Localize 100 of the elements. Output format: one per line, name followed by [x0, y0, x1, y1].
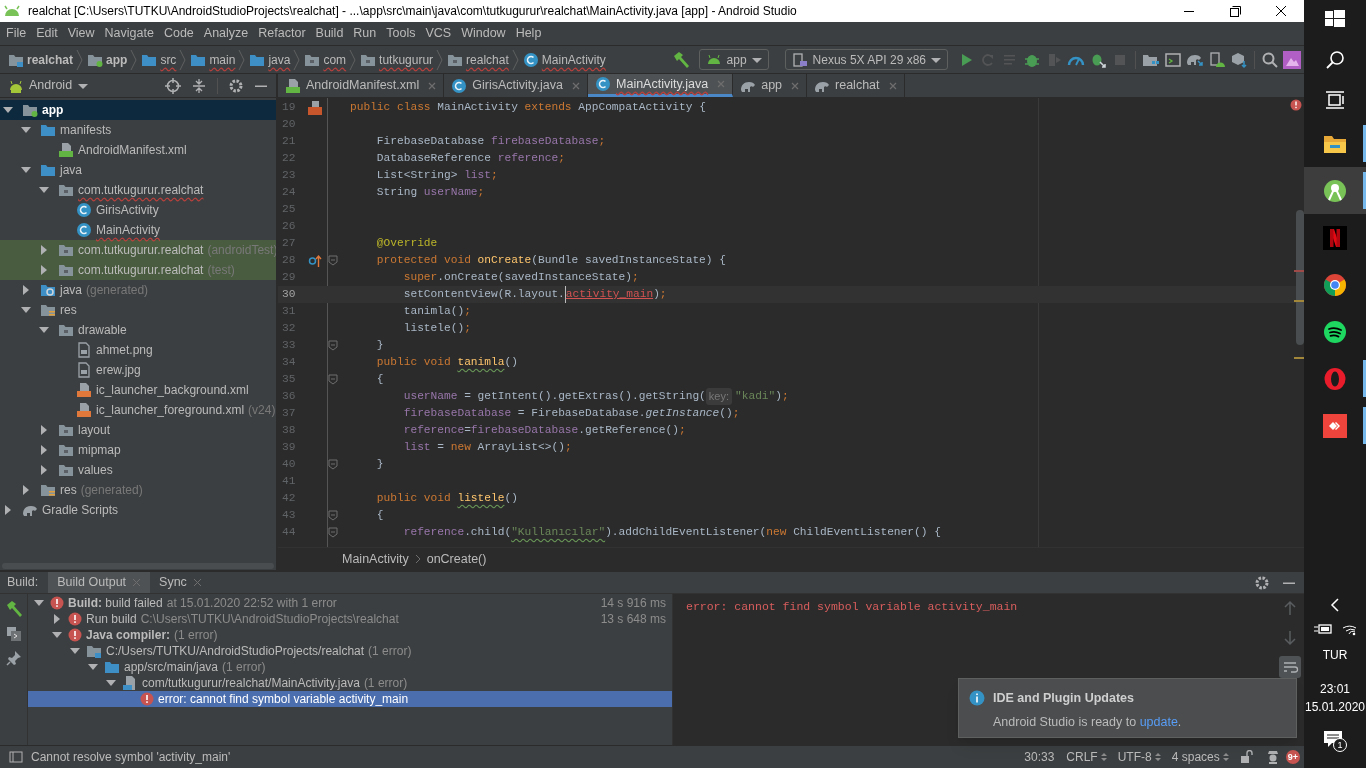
breadcrumb-item[interactable]: realchat: [466, 50, 509, 69]
status-widget[interactable]: CRLF: [1066, 748, 1098, 766]
run-config-dropdown[interactable]: app: [698, 49, 769, 70]
menu-item[interactable]: View: [62, 24, 100, 43]
scrollbar-thumb[interactable]: [1296, 210, 1304, 345]
windows-logo-icon[interactable]: [1325, 10, 1345, 30]
lock-open-icon[interactable]: [1239, 750, 1254, 764]
window-icon[interactable]: [1164, 50, 1182, 69]
pin-icon[interactable]: [5, 650, 22, 666]
breadcrumb-item[interactable]: onCreate(): [426, 549, 487, 569]
hammer-icon[interactable]: [4, 600, 23, 618]
editor-tab[interactable]: app: [733, 74, 808, 97]
chevron-left-icon[interactable]: [1330, 598, 1340, 612]
tree-item[interactable]: res: [0, 300, 276, 320]
breadcrumb-item[interactable]: tutkugurur: [379, 50, 434, 69]
battery-plug-icon[interactable]: [1314, 623, 1332, 635]
input-language[interactable]: TUR: [1322, 646, 1348, 664]
restore-layout-icon[interactable]: [5, 626, 22, 642]
tree-item[interactable]: manifests: [0, 120, 276, 140]
editor-tab[interactable]: MainActivity.java: [588, 74, 734, 97]
caret-down-icon[interactable]: [39, 185, 49, 195]
menu-item[interactable]: Code: [158, 24, 199, 43]
avatar-icon[interactable]: [1283, 50, 1301, 69]
tree-item[interactable]: layout: [0, 420, 276, 440]
breadcrumb-item[interactable]: main: [209, 50, 236, 69]
tree-item[interactable]: erew.jpg: [0, 360, 276, 380]
tree-item[interactable]: java (generated): [0, 280, 276, 300]
box-download-icon[interactable]: [1230, 50, 1248, 69]
tree-item[interactable]: res (generated): [0, 480, 276, 500]
menu-item[interactable]: Navigate: [99, 24, 159, 43]
fold-marker-icon[interactable]: [328, 527, 338, 538]
menu-item[interactable]: Edit: [31, 24, 63, 43]
tree-item[interactable]: GirisActivity: [0, 200, 276, 220]
caret-right-icon[interactable]: [39, 445, 49, 455]
tree-item[interactable]: com.tutkugurur.realchat (androidTest): [0, 240, 276, 260]
tree-item[interactable]: mipmap: [0, 440, 276, 460]
build-tab[interactable]: Build Output: [48, 572, 151, 593]
caret-down-icon[interactable]: [21, 305, 31, 315]
tree-item[interactable]: values: [0, 460, 276, 480]
menu-item[interactable]: Window: [456, 24, 511, 43]
menu-item[interactable]: Run: [348, 24, 382, 43]
caret-position[interactable]: 30:33: [1024, 748, 1055, 766]
breadcrumb-item[interactable]: MainActivity: [541, 50, 606, 69]
breadcrumb-item[interactable]: app: [106, 50, 128, 69]
fold-marker-icon[interactable]: [328, 459, 338, 470]
search-icon[interactable]: [1325, 50, 1345, 70]
android-studio-icon[interactable]: [1323, 178, 1347, 203]
tree-item[interactable]: Gradle Scripts: [0, 500, 276, 520]
menu-item[interactable]: File: [1, 24, 32, 43]
status-widget[interactable]: 4 spaces: [1171, 748, 1220, 766]
caret-right-icon[interactable]: [52, 614, 62, 624]
crosshair-icon[interactable]: [165, 77, 181, 94]
fold-marker-icon[interactable]: [328, 374, 338, 385]
editor-tab[interactable]: AndroidManifest.xml: [278, 74, 445, 97]
compiler-label[interactable]: Java compiler:: [86, 626, 171, 644]
error-stripe-icon[interactable]: [1290, 99, 1302, 111]
caret-right-icon[interactable]: [3, 505, 13, 515]
caret-down-icon[interactable]: [88, 662, 98, 672]
menu-item[interactable]: Refactor: [253, 24, 311, 43]
taskbar-button[interactable]: [1304, 167, 1366, 214]
tree-item[interactable]: ahmet.png: [0, 340, 276, 360]
menu-item[interactable]: Tools: [381, 24, 421, 43]
view-selector[interactable]: Android: [29, 76, 73, 95]
caret-down-icon[interactable]: [52, 630, 62, 640]
tree-item[interactable]: AndroidManifest.xml: [0, 140, 276, 160]
tree-item[interactable]: MainActivity: [0, 220, 276, 240]
streaming-app-icon[interactable]: [1323, 225, 1347, 250]
status-widget[interactable]: UTF-8: [1117, 748, 1152, 766]
inspector-icon[interactable]: [1265, 750, 1280, 764]
fold-marker-icon[interactable]: [328, 510, 338, 521]
caret-right-icon[interactable]: [39, 425, 49, 435]
tree-item[interactable]: ic_launcher_background.xml: [0, 380, 276, 400]
caret-right-icon[interactable]: [39, 245, 49, 255]
task-view-icon[interactable]: [1325, 90, 1345, 110]
collapse-icon[interactable]: [191, 77, 207, 94]
caret-down-icon[interactable]: [70, 646, 80, 656]
phone-android-icon[interactable]: [1208, 50, 1226, 69]
tree-item[interactable]: app: [0, 100, 276, 120]
device-dropdown[interactable]: Nexus 5X API 29 x86: [784, 49, 948, 70]
tree-item[interactable]: drawable: [0, 320, 276, 340]
caret-right-icon[interactable]: [21, 285, 31, 295]
breadcrumb-item[interactable]: realchat: [27, 50, 74, 69]
caret-down-icon[interactable]: [3, 105, 13, 115]
caret-right-icon[interactable]: [39, 265, 49, 275]
caret-down-icon[interactable]: [21, 165, 31, 175]
soft-wrap-icon[interactable]: [1279, 656, 1301, 678]
build-status[interactable]: Build: build failed: [68, 594, 163, 612]
horizontal-scrollbar[interactable]: [2, 563, 274, 569]
tree-item[interactable]: com.tutkugurur.realchat (test): [0, 260, 276, 280]
breadcrumb-item[interactable]: com: [323, 50, 347, 69]
override-icon[interactable]: [308, 253, 322, 268]
breadcrumb-item[interactable]: java: [268, 50, 291, 69]
panel-toggle-icon[interactable]: [9, 750, 23, 764]
menu-item[interactable]: Build: [310, 24, 349, 43]
fold-marker-icon[interactable]: [328, 340, 338, 351]
settings-icon[interactable]: [228, 77, 244, 94]
breadcrumb-item[interactable]: MainActivity: [342, 549, 409, 569]
tree-item[interactable]: ic_launcher_foreground.xml (v24): [0, 400, 276, 420]
build-task[interactable]: Run build: [86, 610, 137, 628]
build-tab[interactable]: Sync: [150, 572, 211, 593]
